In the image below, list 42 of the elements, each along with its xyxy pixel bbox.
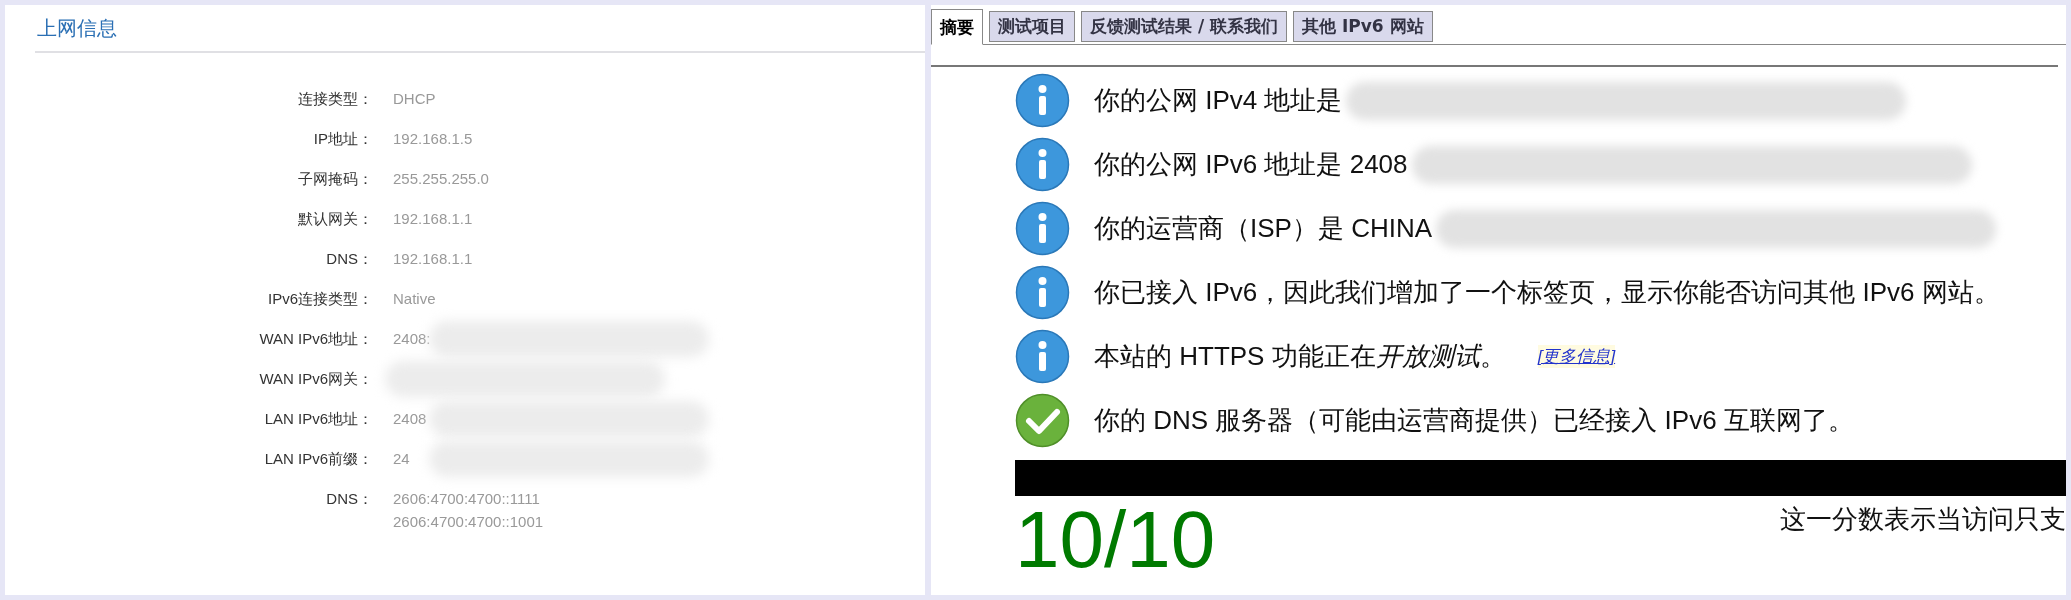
tab[interactable]: 摘要 [931,9,983,45]
field-label: WAN IPv6地址： [259,329,373,349]
info-icon [1015,201,1070,256]
field-label: 子网掩码： [298,169,373,189]
field-value: 192.168.1.1 [393,249,473,269]
score: 10/10 [1015,500,1216,580]
message-text: 你的 DNS 服务器（可能由运营商提供）已经接入 IPv6 互联网了。 [1094,404,1854,437]
field-value: 192.168.1.1 [393,209,473,229]
message-text: 你的公网 IPv4 地址是 [1094,84,1343,117]
message-text: 你的公网 IPv6 地址是 2408 [1094,148,1408,181]
message-text: 你已接入 IPv6，因此我们增加了一个标签页，显示你能否访问其他 IPv6 网站。 [1094,276,2000,309]
field-value: 2606:4700:4700::1001 [393,512,544,532]
field-value: 2606:4700:4700::1111 [393,489,540,509]
panel-title: 上网信息 [36,16,118,41]
field-value: 2408: [393,329,431,349]
tab[interactable]: 反馈测试结果 / 联系我们 [1081,11,1288,42]
field-label: IPv6连接类型： [268,289,373,309]
check-icon [1015,393,1070,448]
field-value: DHCP [393,89,436,109]
field-value: 24 [393,449,410,469]
field-label: WAN IPv6网关： [259,369,373,389]
message-text: 你的运营商（ISP）是 CHINA [1094,212,1433,245]
field-label: 连接类型： [298,89,373,109]
info-icon [1015,137,1070,192]
field-label: DNS： [326,249,373,269]
info-icon [1015,265,1070,320]
field-value: 255.255.255.0 [393,169,489,189]
info-icon [1015,329,1070,384]
field-label: 默认网关： [298,209,373,229]
field-label: DNS： [326,489,373,509]
field-label: LAN IPv6前缀： [264,449,373,469]
tab[interactable]: 其他 IPv6 网站 [1293,11,1433,42]
message-text: 本站的 HTTPS 功能正在开放测试。 [1094,340,1506,373]
info-icon [1015,73,1070,128]
field-value: 192.168.1.5 [393,129,473,149]
field-label: IP地址： [313,129,373,149]
score-note: 这一分数表示当访问只支 [1780,503,2066,536]
field-label: LAN IPv6地址： [264,409,373,429]
field-value: Native [393,289,436,309]
more-info-link[interactable]: [更多信息] [1537,345,1616,368]
field-value: 2408 [393,409,427,429]
tab[interactable]: 测试项目 [989,11,1075,42]
